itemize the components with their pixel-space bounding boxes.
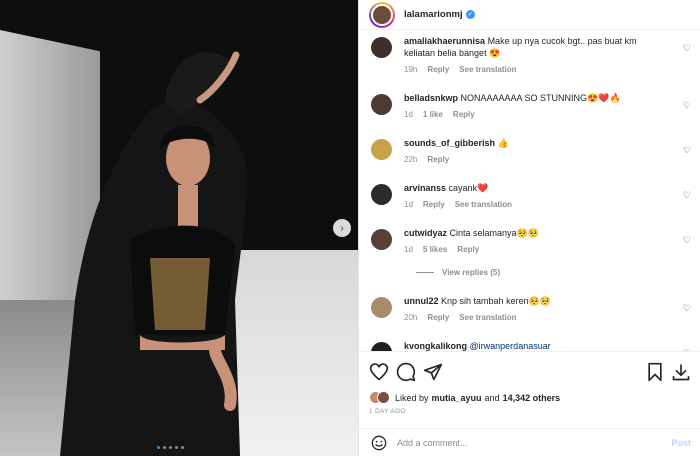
comment-bubble-icon[interactable] [396,362,416,382]
commenter-avatar[interactable] [371,139,392,160]
comment-time[interactable]: 20h [404,312,417,324]
comment-text: 👍 [497,138,509,148]
liked-by-user[interactable]: mutia_ayuu [432,393,482,403]
liked-by-and: and [484,392,500,403]
author-avatar[interactable] [369,1,395,28]
commenter-username[interactable]: unnul22 [404,296,439,306]
reply-button[interactable]: Reply [427,154,449,166]
comment-text: cayank❤️ [448,183,489,193]
liked-by-count[interactable]: 14,342 others [503,393,561,403]
comment-like-icon[interactable]: ♡ [683,190,691,201]
commenter-username[interactable]: arvinanss [404,183,446,193]
comment-likes-count[interactable]: 1 like [423,109,443,121]
carousel-dot [175,446,178,449]
see-translation-button[interactable]: See translation [459,64,516,76]
post-sidebar: lalamarionmj ✓ amaliakhaerunnisa Make up… [358,0,700,456]
comments-list[interactable]: amaliakhaerunnisa Make up nya cucok bgt.… [359,31,700,351]
post-header: lalamarionmj ✓ [359,0,700,30]
comment-time[interactable]: 1d [404,244,413,256]
view-replies-button[interactable]: View replies (5) [416,268,500,277]
post-comment-button[interactable]: Post [671,438,691,448]
comment-item: kvongkalikong @irwanperdanasuar ♡ [369,340,691,351]
comment-like-icon[interactable]: ♡ [683,145,691,156]
view-replies-label: View replies (5) [442,268,501,277]
post-timestamp[interactable]: 1 DAY AGO [369,408,406,415]
commenter-avatar[interactable] [371,229,392,250]
carousel-next-button[interactable]: › [333,219,351,237]
comment-input[interactable] [397,437,647,448]
carousel-dot [157,446,160,449]
comment-like-icon[interactable]: ♡ [683,43,691,54]
commenter-username[interactable]: cutwidyaz [404,228,447,238]
comment-text: Cinta selamanya🥺🥺 [449,228,539,238]
commenter-avatar[interactable] [371,37,392,58]
commenter-username[interactable]: amaliakhaerunnisa [404,36,485,46]
comment-item: unnul22 Knp sih tambah keren🥺🥺 20h Reply… [369,295,691,329]
reply-button[interactable]: Reply [427,312,449,324]
reply-button[interactable]: Reply [427,64,449,76]
download-icon[interactable] [671,362,691,382]
reply-button[interactable]: Reply [457,244,479,256]
liked-by-row: Liked by mutia_ayuu and 14,342 others [369,391,560,404]
reply-button[interactable]: Reply [423,199,445,211]
see-translation-button[interactable]: See translation [459,312,516,324]
liker-avatar[interactable] [377,391,390,404]
replies-divider [416,272,434,273]
liked-by-prefix: Liked by [395,392,429,403]
commenter-avatar[interactable] [371,184,392,205]
photo-subject [60,51,247,456]
comment-composer: Post [359,428,700,456]
comment-item: cutwidyaz Cinta selamanya🥺🥺 1d 5 likes R… [369,227,691,261]
smiley-icon[interactable] [371,435,387,451]
paper-plane-icon[interactable] [423,362,443,382]
comment-item: sounds_of_gibberish 👍 22h Reply ♡ [369,137,691,171]
comment-item: arvinanss cayank❤️ 1d Reply See translat… [369,182,691,216]
heart-outline-icon[interactable] [369,362,389,382]
mention-link[interactable]: @irwanperdanasuar [470,341,551,351]
comment-time[interactable]: 22h [404,154,417,166]
reply-button[interactable]: Reply [453,109,475,121]
commenter-avatar[interactable] [371,342,392,351]
commenter-username[interactable]: kvongkalikong [404,341,467,351]
post-photo[interactable]: › [0,0,358,456]
action-icons-row [369,362,691,384]
comment-time[interactable]: 1d [404,199,413,211]
commenter-username[interactable]: sounds_of_gibberish [404,138,495,148]
comment-like-icon[interactable]: ♡ [683,303,691,314]
author-username[interactable]: lalamarionmj [404,9,463,20]
comment-item: belladsnkwp NONAAAAAAA SO STUNNING😍❤️🔥 1… [369,92,691,126]
bookmark-icon[interactable] [645,362,665,382]
see-translation-button[interactable]: See translation [455,199,512,211]
chevron-right-icon: › [340,222,344,234]
comment-like-icon[interactable]: ♡ [683,235,691,246]
commenter-avatar[interactable] [371,94,392,115]
view-replies-row: View replies (5) [369,268,691,282]
comment-likes-count[interactable]: 5 likes [423,244,447,256]
commenter-username[interactable]: belladsnkwp [404,93,458,103]
verified-badge-icon: ✓ [465,10,475,19]
commenter-avatar[interactable] [371,297,392,318]
comment-text: Knp sih tambah keren🥺🥺 [441,296,551,306]
comment-time[interactable]: 19h [404,64,417,76]
comment-item: amaliakhaerunnisa Make up nya cucok bgt.… [369,35,691,79]
comment-like-icon[interactable]: ♡ [683,100,691,111]
carousel-dot [181,446,184,449]
post-actions: Liked by mutia_ayuu and 14,342 others [359,351,700,411]
comment-time[interactable]: 1d [404,109,413,121]
carousel-dot [169,446,172,449]
carousel-dot [163,446,166,449]
comment-text: NONAAAAAAA SO STUNNING😍❤️🔥 [460,93,621,103]
carousel-dots [157,446,184,449]
